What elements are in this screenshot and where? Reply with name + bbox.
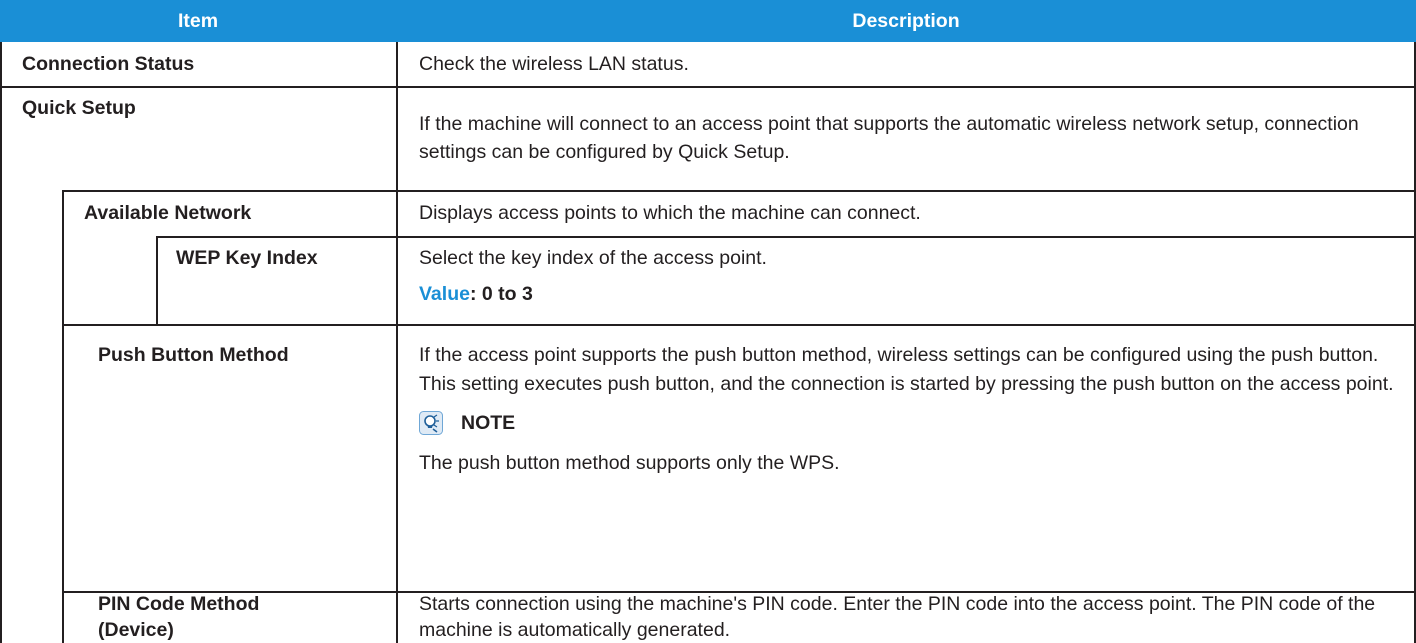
item-wep-key-index: WEP Key Index [176, 247, 318, 269]
header-item: Item [0, 0, 396, 42]
note-lightbulb-icon [419, 411, 443, 435]
rule-indent-level2 [156, 236, 158, 326]
desc-quick-setup-text: If the machine will connect to an access… [419, 113, 1359, 163]
desc-quick-setup: If the machine will connect to an access… [399, 86, 1414, 190]
desc-pin-code-method-device-text: Starts connection using the machine's PI… [419, 593, 1376, 641]
item-available-network: Available Network [84, 202, 252, 224]
item-push-button-method: Push Button Method [98, 344, 289, 366]
note-text: The push button method supports only the… [419, 452, 840, 474]
desc-wep-key-index: Select the key index of the access point… [399, 244, 1414, 324]
wep-value-line: Value: 0 to 3 [419, 280, 1394, 308]
desc-wep-key-index-text: Select the key index of the access point… [419, 247, 767, 269]
rule-indent-level1 [62, 190, 64, 643]
note-heading: NOTE [419, 409, 1394, 437]
item-quick-setup: Quick Setup [22, 97, 136, 119]
note-title: NOTE [461, 412, 516, 434]
desc-available-network-text: Displays access points to which the mach… [419, 202, 921, 224]
settings-table: Item Description Connection Status Check… [0, 0, 1416, 643]
desc-connection-status: Check the wireless LAN status. [399, 42, 1414, 86]
pin-item-line1: PIN Code Method [98, 593, 260, 615]
rule-available-network-divider [156, 236, 1416, 238]
desc-available-network: Displays access points to which the mach… [399, 190, 1414, 236]
rule-outer-left [0, 42, 2, 643]
item-connection-status: Connection Status [22, 53, 195, 75]
rule-after-quick-setup [62, 190, 1416, 192]
item-pin-code-method-device: PIN Code Method (Device) [98, 591, 394, 643]
desc-push-button-method: If the access point supports the push bu… [399, 341, 1414, 591]
desc-connection-status-text: Check the wireless LAN status. [419, 53, 689, 75]
value-range: : 0 to 3 [469, 283, 533, 305]
desc-pin-code-method-device: Starts connection using the machine's PI… [399, 591, 1414, 643]
desc-push-button-method-text: If the access point supports the push bu… [419, 344, 1394, 395]
pin-item-line2: (Device) [98, 619, 174, 641]
rule-after-wep-key-index [62, 324, 1416, 326]
rule-column-divider [396, 42, 398, 643]
value-label: Value [419, 283, 470, 305]
rule-after-connection-status [0, 86, 1416, 88]
rule-after-push-button-method [62, 591, 1416, 593]
header-description: Description [396, 0, 1416, 42]
